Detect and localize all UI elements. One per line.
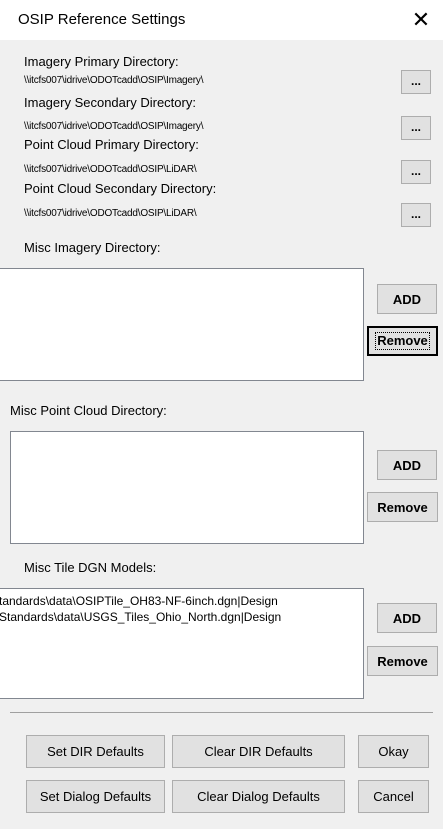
set-dialog-defaults-button[interactable]: Set Dialog Defaults bbox=[26, 780, 165, 813]
misc-imagery-label: Misc Imagery Directory: bbox=[24, 240, 161, 255]
misc-tile-list[interactable]: tandards\data\OSIPTile_OH83-NF-6inch.dgn… bbox=[0, 588, 364, 699]
misc-tile-label: Misc Tile DGN Models: bbox=[24, 560, 157, 575]
clear-dialog-defaults-button[interactable]: Clear Dialog Defaults bbox=[172, 780, 345, 813]
misc-imagery-list[interactable] bbox=[0, 268, 364, 381]
pointcloud-secondary-path: \\itcfs007\idrive\ODOTcadd\OSIP\LiDAR\ bbox=[24, 208, 197, 219]
misc-pointcloud-label: Misc Point Cloud Directory: bbox=[10, 403, 167, 418]
title-bar: OSIP Reference Settings ✕ bbox=[0, 0, 443, 40]
misc-imagery-remove-label: Remove bbox=[375, 332, 430, 350]
window-title: OSIP Reference Settings bbox=[18, 11, 186, 28]
misc-imagery-add-button[interactable]: ADD bbox=[377, 284, 437, 314]
misc-tile-add-button[interactable]: ADD bbox=[377, 603, 437, 633]
list-item[interactable]: Standards\data\USGS_Tiles_Ohio_North.dgn… bbox=[0, 609, 363, 625]
imagery-secondary-label: Imagery Secondary Directory: bbox=[24, 95, 196, 110]
imagery-primary-path: \\itcfs007\idrive\ODOTcadd\OSIP\Imagery\ bbox=[24, 75, 204, 86]
close-icon[interactable]: ✕ bbox=[401, 4, 441, 36]
set-dir-defaults-button[interactable]: Set DIR Defaults bbox=[26, 735, 165, 768]
cancel-button[interactable]: Cancel bbox=[358, 780, 429, 813]
pointcloud-secondary-label: Point Cloud Secondary Directory: bbox=[24, 181, 217, 196]
imagery-primary-label: Imagery Primary Directory: bbox=[24, 54, 179, 69]
list-item[interactable]: tandards\data\OSIPTile_OH83-NF-6inch.dgn… bbox=[0, 593, 363, 609]
pointcloud-primary-path: \\itcfs007\idrive\ODOTcadd\OSIP\LiDAR\ bbox=[24, 164, 197, 175]
misc-imagery-remove-button[interactable]: Remove bbox=[367, 326, 438, 356]
pointcloud-primary-browse-button[interactable]: ... bbox=[401, 160, 431, 184]
okay-button[interactable]: Okay bbox=[358, 735, 429, 768]
imagery-secondary-path: \\itcfs007\idrive\ODOTcadd\OSIP\Imagery\ bbox=[24, 121, 204, 132]
pointcloud-primary-label: Point Cloud Primary Directory: bbox=[24, 137, 199, 152]
pointcloud-secondary-browse-button[interactable]: ... bbox=[401, 203, 431, 227]
footer-divider bbox=[10, 712, 433, 713]
clear-dir-defaults-button[interactable]: Clear DIR Defaults bbox=[172, 735, 345, 768]
misc-pointcloud-list[interactable] bbox=[10, 431, 364, 544]
misc-pointcloud-remove-button[interactable]: Remove bbox=[367, 492, 438, 522]
imagery-primary-browse-button[interactable]: ... bbox=[401, 70, 431, 94]
imagery-secondary-browse-button[interactable]: ... bbox=[401, 116, 431, 140]
misc-pointcloud-add-button[interactable]: ADD bbox=[377, 450, 437, 480]
misc-tile-remove-button[interactable]: Remove bbox=[367, 646, 438, 676]
